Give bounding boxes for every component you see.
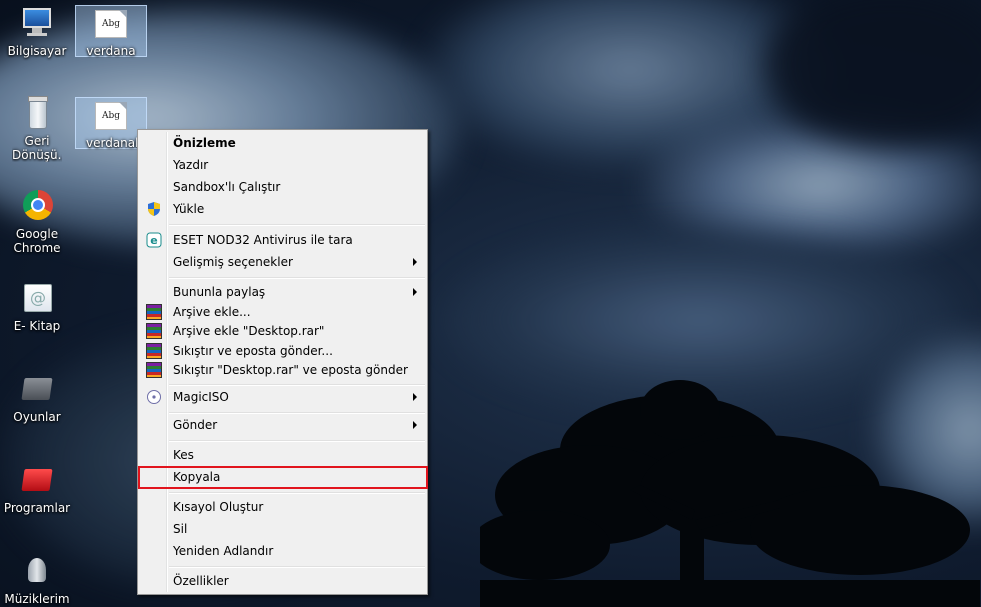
- menu-separator: [169, 224, 425, 226]
- submenu-arrow-icon: [413, 288, 417, 296]
- desktop-icon-games[interactable]: Oyunlar: [1, 372, 73, 424]
- font-preview: Abg: [95, 102, 127, 130]
- menu-item-compress-email[interactable]: Sıkıştır ve eposta gönder...: [140, 341, 425, 361]
- menu-separator: [169, 440, 425, 442]
- chrome-icon: [20, 189, 54, 223]
- menu-item-delete[interactable]: Sil: [140, 518, 425, 540]
- desktop-icon-label: E- Kitap: [13, 319, 61, 333]
- font-preview: Abg: [95, 10, 127, 38]
- menu-item-share-with[interactable]: Bununla paylaş: [140, 281, 425, 303]
- menu-item-add-to-archive[interactable]: Arşive ekle...: [140, 302, 425, 322]
- menu-item-install[interactable]: Yükle: [140, 198, 425, 220]
- games-folder-icon: [20, 372, 54, 406]
- menu-item-magiciso[interactable]: MagicISO: [140, 386, 425, 408]
- menu-item-create-shortcut[interactable]: Kısayol Oluştur: [140, 496, 425, 518]
- programs-folder-icon: [20, 463, 54, 497]
- desktop-icon-label: Müziklerim: [4, 592, 70, 606]
- submenu-arrow-icon: [413, 393, 417, 401]
- font-file-icon: Abg: [94, 10, 128, 40]
- desktop-icon-label: Programlar: [3, 501, 71, 515]
- copy-highlight-box: [138, 466, 428, 489]
- desktop-icon-chrome[interactable]: Google Chrome: [1, 189, 73, 255]
- font-file-icon: Abg: [94, 102, 128, 132]
- tree-silhouette: [480, 380, 980, 607]
- menu-item-cut[interactable]: Kes: [140, 444, 425, 466]
- menu-separator: [169, 492, 425, 494]
- desktop-icon-label: Geri Dönüşü...: [12, 134, 62, 162]
- menu-item-properties[interactable]: Özellikler: [140, 570, 425, 592]
- desktop-icon-label: Oyunlar: [13, 410, 61, 424]
- desktop-icon-recycle-bin[interactable]: Geri Dönüşü...: [1, 96, 73, 162]
- desktop-icon-verdana[interactable]: Abg verdana: [75, 5, 147, 58]
- menu-item-print[interactable]: Yazdır: [140, 154, 425, 176]
- computer-icon: [20, 6, 54, 40]
- desktop-icon-label: verdana: [86, 44, 136, 58]
- menu-item-rename[interactable]: Yeniden Adlandır: [140, 540, 425, 562]
- eset-icon: e: [146, 232, 162, 248]
- winrar-icon: [146, 343, 162, 359]
- context-menu: Önizleme Yazdır Sandbox'lı Çalıştır Yükl…: [137, 129, 428, 595]
- menu-separator: [169, 277, 425, 279]
- svg-text:e: e: [150, 234, 157, 247]
- desktop-icon-programs[interactable]: Programlar: [1, 463, 73, 515]
- winrar-icon: [146, 362, 162, 378]
- submenu-arrow-icon: [413, 421, 417, 429]
- desktop-icon-ebook[interactable]: @ E- Kitap: [1, 281, 73, 333]
- desktop-icon-computer[interactable]: Bilgisayar: [1, 6, 73, 58]
- recycle-bin-icon: [20, 96, 54, 130]
- winrar-icon: [146, 323, 162, 339]
- menu-item-send-to[interactable]: Gönder: [140, 414, 425, 436]
- winrar-icon: [146, 304, 162, 320]
- magiciso-icon: [147, 390, 161, 404]
- uac-shield-icon: [148, 202, 160, 216]
- menu-item-add-to-desktop-rar[interactable]: Arşive ekle "Desktop.rar": [140, 321, 425, 341]
- menu-item-preview[interactable]: Önizleme: [140, 132, 425, 154]
- desktop-icon-label: Bilgisayar: [7, 44, 67, 58]
- menu-item-advanced-options[interactable]: Gelişmiş seçenekler: [140, 251, 425, 273]
- ebook-folder-icon: @: [20, 281, 54, 315]
- menu-item-run-sandboxed[interactable]: Sandbox'lı Çalıştır: [140, 176, 425, 198]
- submenu-arrow-icon: [413, 258, 417, 266]
- desktop-icon-label: verdanab: [86, 136, 143, 150]
- menu-item-eset-scan[interactable]: e ESET NOD32 Antivirus ile tara: [140, 229, 425, 251]
- menu-item-compress-desktop-rar-email[interactable]: Sıkıştır "Desktop.rar" ve eposta gönder: [140, 360, 425, 380]
- menu-separator: [169, 566, 425, 568]
- music-folder-icon: [20, 554, 54, 588]
- desktop-icon-music[interactable]: Müziklerim: [1, 554, 73, 606]
- desktop-icon-label: Google Chrome: [13, 227, 61, 255]
